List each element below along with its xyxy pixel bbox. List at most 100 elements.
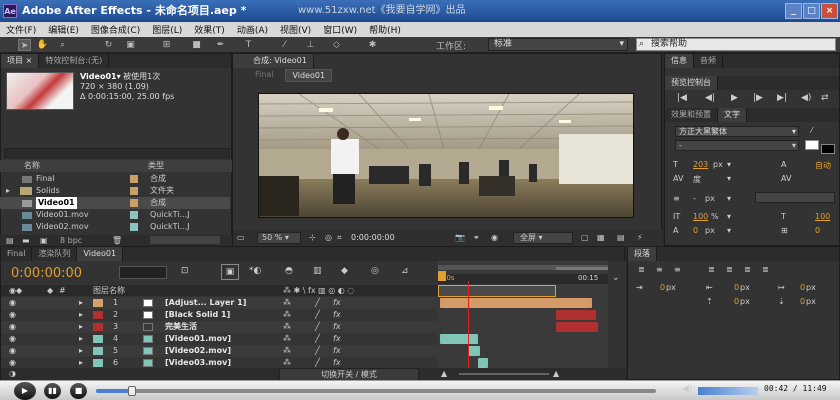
space-after-value[interactable]: 0: [800, 297, 805, 306]
list-item[interactable]: Video01.mov QuickTi...J: [0, 209, 230, 221]
expand-arrow-icon[interactable]: ▸: [79, 297, 83, 309]
safe-zones-icon[interactable]: ⌗: [337, 230, 342, 246]
layer-name[interactable]: [Adjust... Layer 1]: [165, 297, 246, 309]
pan-behind-tool-icon[interactable]: ⊞: [160, 39, 173, 51]
kerning-value[interactable]: 度: [693, 174, 701, 185]
puppet-tool-icon[interactable]: ✱: [366, 39, 379, 51]
vertical-scale-value[interactable]: 100: [693, 212, 708, 221]
stroke-width-value[interactable]: -: [693, 194, 696, 203]
table-row[interactable]: ◉ ▸ 4 [Video01.mov] ⁂ ╱ fx: [1, 333, 438, 345]
selection-tool-icon[interactable]: ➤: [18, 39, 31, 51]
quality-switch-icon[interactable]: ╱: [315, 297, 320, 309]
justify-all-icon[interactable]: ≣: [762, 265, 769, 274]
new-folder-icon[interactable]: ▬: [22, 235, 30, 246]
bit-depth[interactable]: 8 bpc: [60, 235, 82, 246]
draft-3d-icon[interactable]: *◐: [249, 266, 261, 276]
layer-duration-bar[interactable]: [478, 358, 488, 368]
prev-frame-icon[interactable]: ◀|: [705, 93, 715, 103]
expand-arrow-icon[interactable]: ▸: [79, 333, 83, 345]
layer-duration-bar[interactable]: [440, 334, 478, 344]
first-line-indent-value[interactable]: 0: [800, 283, 805, 292]
quality-switch-icon[interactable]: ╱: [315, 309, 320, 321]
grid-icon[interactable]: ⊹: [309, 230, 316, 246]
eye-icon[interactable]: ◉: [9, 333, 16, 345]
layer-duration-bar[interactable]: [440, 298, 592, 308]
effect-switch-icon[interactable]: fx: [333, 297, 341, 309]
font-size-value[interactable]: 203: [693, 160, 708, 169]
tab-composition[interactable]: 合成: Video01: [233, 54, 314, 68]
tab-paragraph[interactable]: 段落: [628, 247, 657, 261]
table-row[interactable]: ◉ ▸ 3 完美生活 ⁂ ╱ fx: [1, 321, 438, 333]
volume-icon[interactable]: ◀): [682, 384, 692, 394]
stroke-mode-select[interactable]: [755, 192, 835, 203]
brainstorm-icon[interactable]: ◎: [371, 266, 379, 276]
region-of-interest-icon[interactable]: ▢: [581, 230, 589, 246]
timeline-vertical-scrollbar[interactable]: ⌄: [608, 261, 626, 368]
layer-name-column[interactable]: 图层名称: [93, 285, 125, 296]
fast-preview-icon[interactable]: ⚡: [637, 230, 643, 246]
tsume-value[interactable]: 0: [815, 226, 820, 235]
baseline-shift-value[interactable]: 0: [693, 226, 698, 235]
work-area-end[interactable]: [556, 267, 614, 270]
align-left-icon[interactable]: ≣: [638, 265, 645, 274]
tab-effects-presets[interactable]: 效果和预置: [665, 108, 718, 122]
effect-switch-icon[interactable]: fx: [333, 309, 341, 321]
label-color-icon[interactable]: [93, 347, 103, 355]
horizontal-scrollbar[interactable]: [150, 236, 220, 244]
eyedropper-icon[interactable]: ⁄: [811, 126, 812, 135]
project-search-input[interactable]: [4, 148, 230, 158]
chevron-down-icon[interactable]: ▾: [727, 226, 731, 235]
frame-blending-icon[interactable]: ▥: [313, 266, 322, 276]
layer-duration-bar[interactable]: [556, 310, 596, 320]
tab-preview[interactable]: 预览控制台: [665, 76, 718, 90]
tab-video01[interactable]: Video01: [77, 247, 124, 261]
menu-animation[interactable]: 动画(A): [231, 23, 274, 36]
eye-icon[interactable]: ◉: [9, 309, 16, 321]
expand-arrow-icon[interactable]: ▸: [79, 321, 83, 333]
brush-tool-icon[interactable]: ⁄: [278, 39, 291, 51]
eye-icon[interactable]: ◉: [9, 297, 16, 309]
list-item[interactable]: Final 合成: [0, 173, 230, 185]
effect-switch-icon[interactable]: fx: [333, 321, 341, 333]
audio-icon[interactable]: ◀): [801, 93, 811, 103]
col-type[interactable]: 类型: [148, 160, 164, 172]
transparency-grid-icon[interactable]: ▦: [597, 230, 605, 246]
menu-edit[interactable]: 编辑(E): [42, 23, 85, 36]
layer-name[interactable]: [Video01.mov]: [165, 333, 231, 345]
layer-name[interactable]: [Video02.mov]: [165, 345, 231, 357]
col-name[interactable]: 名称: [24, 160, 40, 172]
layer-name[interactable]: [Black Solid 1]: [165, 309, 230, 321]
rotate-tool-icon[interactable]: ↻: [102, 39, 115, 51]
text-tool-icon[interactable]: T: [242, 39, 255, 51]
motion-blur-icon[interactable]: ◆: [341, 266, 348, 276]
live-update-icon[interactable]: ▣: [221, 264, 239, 280]
align-center-icon[interactable]: ≡: [656, 265, 663, 274]
leading-value[interactable]: 自动: [815, 160, 831, 171]
menu-help[interactable]: 帮助(H): [363, 23, 407, 36]
table-row[interactable]: ◉ ▸ 1 [Adjust... Layer 1] ⁂ ╱ fx: [1, 297, 438, 309]
first-frame-icon[interactable]: |◀: [677, 93, 687, 103]
eye-icon[interactable]: ◉: [9, 321, 16, 333]
zoom-out-icon[interactable]: ▲: [441, 368, 447, 380]
label-color-icon[interactable]: [93, 299, 103, 307]
play-icon[interactable]: ▶: [731, 93, 738, 103]
list-item[interactable]: ▸ Solids 文件夹: [0, 185, 230, 197]
horizontal-scale-value[interactable]: 100: [815, 212, 830, 221]
tab-info[interactable]: 信息: [665, 54, 694, 68]
justify-left-icon[interactable]: ≣: [708, 265, 715, 274]
current-time-indicator[interactable]: [438, 271, 446, 281]
align-right-icon[interactable]: ≡: [674, 265, 681, 274]
stop-button[interactable]: ■: [70, 383, 87, 399]
show-snapshot-icon[interactable]: ⚭: [473, 230, 480, 246]
trash-icon[interactable]: 🗑: [112, 235, 122, 246]
comp-mini-flowchart-icon[interactable]: ⊡: [181, 266, 189, 276]
zoom-in-icon[interactable]: ▲: [553, 368, 559, 380]
layer-search-input[interactable]: [119, 266, 167, 279]
mask-tool-icon[interactable]: ■: [190, 39, 203, 51]
chevron-down-icon[interactable]: ▾: [727, 212, 731, 221]
expand-arrow-icon[interactable]: ▸: [79, 309, 83, 321]
justify-right-icon[interactable]: ≣: [744, 265, 751, 274]
interpret-footage-icon[interactable]: ▤: [6, 235, 14, 246]
list-item[interactable]: Video01 合成: [0, 197, 230, 209]
table-row[interactable]: ◉ ▸ 5 [Video02.mov] ⁂ ╱ fx: [1, 345, 438, 357]
